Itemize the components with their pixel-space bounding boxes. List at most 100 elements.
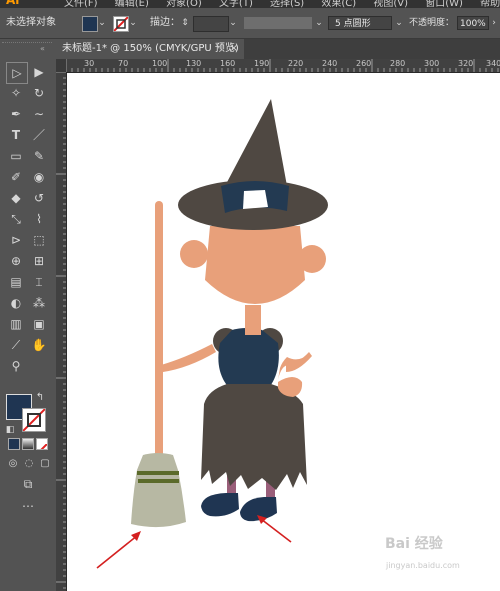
magic-wand-tool-icon[interactable]: ✧ <box>6 83 26 103</box>
free-transform-tool-icon[interactable]: ⬚ <box>29 230 49 250</box>
ruler-label: 260 <box>356 59 372 68</box>
app-logo: Ai <box>6 0 20 7</box>
artboard[interactable] <box>67 73 500 591</box>
broom-band <box>137 471 179 475</box>
witch-illustration[interactable] <box>67 73 500 591</box>
vertical-ruler[interactable] <box>56 72 67 591</box>
ruler-label: 70 <box>118 59 129 68</box>
ruler-label: 30 <box>84 59 95 68</box>
stroke-weight-dropdown-icon[interactable]: ⌄ <box>228 16 238 30</box>
swap-colors-icon[interactable]: ↰ <box>34 388 46 408</box>
no-stroke-icon <box>23 409 45 431</box>
fill-swatch[interactable] <box>82 16 98 32</box>
brush-dropdown-icon[interactable]: ⌄ <box>394 16 404 30</box>
line-segment-tool-icon[interactable]: ／ <box>29 125 49 145</box>
profile-dropdown-icon[interactable]: ⌄ <box>314 16 324 30</box>
rectangle-tool-icon[interactable]: ▭ <box>6 146 26 166</box>
document-tab-bar: 未标题-1* @ 150% (CMYK/GPU 预览) × <box>56 39 500 59</box>
scale-tool-icon[interactable]: ⤡ <box>6 209 26 229</box>
gradient-tool-icon[interactable]: ▤ <box>6 272 26 292</box>
menu-object[interactable]: 对象(O) <box>166 0 202 8</box>
draw-inside-icon[interactable]: ▢ <box>38 454 52 474</box>
ruler-label: 320 <box>458 59 474 68</box>
symbol-sprayer-tool-icon[interactable]: ⁂ <box>29 293 49 313</box>
paintbrush-tool-icon[interactable]: ✎ <box>29 146 49 166</box>
broom-band <box>138 479 179 483</box>
opacity-dropdown-icon[interactable]: › <box>489 16 499 30</box>
type-tool-icon[interactable]: T <box>6 125 26 145</box>
stroke-label: 描边： <box>150 17 180 28</box>
default-colors-icon[interactable]: ◧ <box>4 420 16 440</box>
fill-dropdown-icon[interactable]: ⌄ <box>97 16 107 30</box>
shape-builder-tool-icon[interactable]: ⊕ <box>6 251 26 271</box>
eraser-tool-icon[interactable]: ◆ <box>6 188 26 208</box>
selection-tool-icon[interactable]: ▷ <box>6 62 28 84</box>
ruler-label: 300 <box>424 59 440 68</box>
arrow-to-broom <box>96 534 139 569</box>
menu-items: 文件(F) 编辑(E) 对象(O) 文字(T) 选择(S) 效果(C) 视图(V… <box>64 0 500 8</box>
zoom-tool-icon[interactable]: ⚲ <box>6 356 26 376</box>
stroke-swatch[interactable] <box>113 16 129 32</box>
shaper-tool-icon[interactable]: ✐ <box>6 167 26 187</box>
warp-tool-icon[interactable]: ⌇ <box>29 209 49 229</box>
menu-view[interactable]: 视图(V) <box>373 0 408 8</box>
ruler-label: 160 <box>220 59 236 68</box>
column-graph-tool-icon[interactable]: ▥ <box>6 314 26 334</box>
eyedropper-tool-icon[interactable]: ⌶ <box>29 272 49 292</box>
stroke-color-swatch[interactable] <box>22 408 46 432</box>
color-mode-icon[interactable] <box>8 438 20 450</box>
close-tab-icon[interactable]: × <box>230 39 238 59</box>
control-bar: 未选择对象 ⌄ ⌄ 描边： ⇕ ⌄ ⌄ 5 点圆形 ⌄ 不透明度： 100% › <box>0 8 500 39</box>
opacity-value: 100% <box>460 19 486 29</box>
horizontal-ruler[interactable]: 30 70 100 130 160 190 220 240 260 280 30… <box>66 59 500 73</box>
stroke-weight-input[interactable] <box>193 16 229 32</box>
screen-mode-icon[interactable]: ⧉ <box>18 474 38 494</box>
face <box>205 226 305 304</box>
witch-dress <box>161 328 312 490</box>
menu-file[interactable]: 文件(F) <box>64 0 98 8</box>
gradient-mode-icon[interactable] <box>22 438 34 450</box>
ruler-label: 130 <box>186 59 202 68</box>
hat-buckle <box>243 190 268 209</box>
hand-tool-icon[interactable]: ✋ <box>29 335 49 355</box>
watermark-logo: Bai 经验 <box>385 536 443 552</box>
collapse-icon[interactable]: « <box>40 44 45 53</box>
opacity-label: 不透明度： <box>409 18 455 28</box>
ruler-origin[interactable] <box>56 59 66 72</box>
menu-window[interactable]: 窗口(W) <box>425 0 463 8</box>
draw-behind-icon[interactable]: ◌ <box>22 454 36 474</box>
brush-definition[interactable]: 5 点圆形 <box>328 16 392 30</box>
document-tab[interactable]: 未标题-1* @ 150% (CMYK/GPU 预览) × <box>56 39 244 59</box>
stroke-weight-stepper-icon[interactable]: ⇕ <box>180 16 190 30</box>
draw-normal-icon[interactable]: ◎ <box>6 454 20 474</box>
artboard-tool-icon[interactable]: ▣ <box>29 314 49 334</box>
rotate-tool-icon[interactable]: ↺ <box>29 188 49 208</box>
none-mode-icon[interactable] <box>36 438 48 450</box>
curvature-tool-icon[interactable]: ∼ <box>29 104 49 124</box>
direct-selection-tool-icon[interactable]: ▶ <box>29 62 49 82</box>
watermark-url: jingyan.baidu.com <box>386 561 460 570</box>
blend-tool-icon[interactable]: ◐ <box>6 293 26 313</box>
menu-select[interactable]: 选择(S) <box>270 0 304 8</box>
ruler-ticks <box>56 72 66 589</box>
lasso-tool-icon[interactable]: ↻ <box>29 83 49 103</box>
opacity-input[interactable]: 100% <box>457 16 489 30</box>
menu-type[interactable]: 文字(T) <box>219 0 253 8</box>
ruler-label: 240 <box>322 59 338 68</box>
hat-cone <box>225 99 287 186</box>
stroke-dropdown-icon[interactable]: ⌄ <box>128 16 138 30</box>
perspective-grid-tool-icon[interactable]: ⊞ <box>29 251 49 271</box>
left-ear <box>180 240 208 268</box>
neck <box>245 305 261 335</box>
variable-width-profile[interactable] <box>244 17 312 29</box>
witch-head <box>180 226 326 335</box>
menu-effect[interactable]: 效果(C) <box>321 0 356 8</box>
ruler-label: 220 <box>288 59 304 68</box>
menu-help[interactable]: 帮助(H) <box>480 0 500 8</box>
pen-tool-icon[interactable]: ✒ <box>6 104 26 124</box>
width-tool-icon[interactable]: ⊳ <box>6 230 26 250</box>
edit-toolbar-icon[interactable]: ⋯ <box>18 496 38 516</box>
slice-tool-icon[interactable]: ⟋ <box>6 335 26 355</box>
blob-brush-tool-icon[interactable]: ◉ <box>29 167 49 187</box>
menu-edit[interactable]: 编辑(E) <box>115 0 149 8</box>
